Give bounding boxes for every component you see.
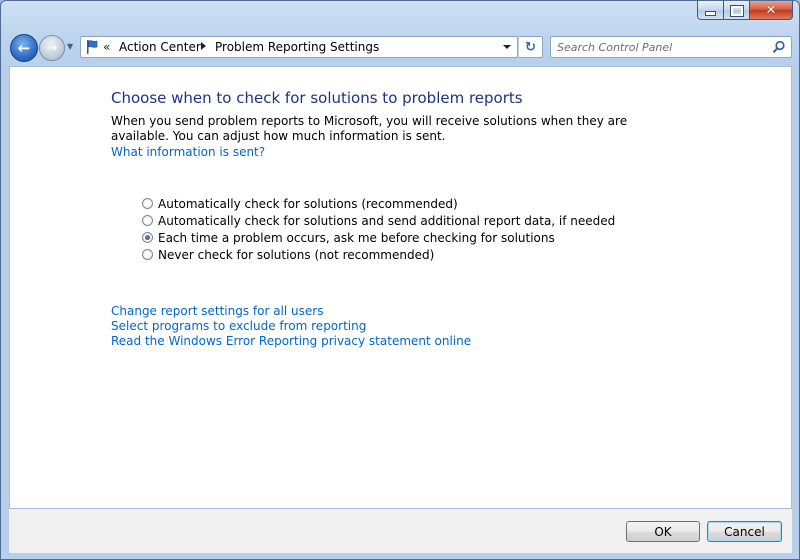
page-title: Choose when to check for solutions to pr… bbox=[111, 89, 523, 107]
select-programs-exclude-link[interactable]: Select programs to exclude from reportin… bbox=[111, 319, 366, 333]
option-label[interactable]: Each time a problem occurs, ask me befor… bbox=[158, 231, 555, 245]
back-arrow-icon: ← bbox=[17, 39, 31, 57]
breadcrumb-overflow-chevron[interactable]: « bbox=[103, 40, 110, 54]
description-text: When you send problem reports to Microso… bbox=[111, 114, 628, 143]
close-button[interactable]: ✕ bbox=[750, 1, 793, 20]
close-icon: ✕ bbox=[765, 2, 777, 18]
recent-pages-dropdown[interactable]: ▼ bbox=[67, 42, 73, 51]
refresh-icon: ↻ bbox=[525, 39, 536, 55]
forward-arrow-icon: → bbox=[46, 40, 58, 56]
action-center-flag-icon bbox=[87, 40, 98, 54]
change-settings-all-users-link[interactable]: Change report settings for all users bbox=[111, 304, 323, 318]
caption-buttons: ✕ bbox=[697, 1, 793, 20]
address-bar[interactable]: « Action Center Problem Reporting Settin… bbox=[80, 36, 518, 58]
option-auto-check[interactable]: Automatically check for solutions (recom… bbox=[142, 195, 615, 212]
related-links: Change report settings for all users Sel… bbox=[111, 304, 471, 349]
address-dropdown-arrow-icon[interactable] bbox=[503, 45, 511, 49]
option-label[interactable]: Never check for solutions (not recommend… bbox=[158, 248, 434, 262]
what-information-is-sent-link[interactable]: What information is sent? bbox=[111, 145, 265, 159]
solution-check-options: Automatically check for solutions (recom… bbox=[142, 195, 615, 263]
breadcrumb-separator-arrow-icon[interactable] bbox=[201, 42, 206, 50]
privacy-statement-link[interactable]: Read the Windows Error Reporting privacy… bbox=[111, 334, 471, 348]
breadcrumb-action-center[interactable]: Action Center bbox=[119, 40, 201, 54]
refresh-button[interactable]: ↻ bbox=[519, 36, 543, 58]
forward-button[interactable]: → bbox=[39, 35, 65, 61]
option-never-check[interactable]: Never check for solutions (not recommend… bbox=[142, 246, 615, 263]
option-label[interactable]: Automatically check for solutions (recom… bbox=[158, 197, 458, 211]
minimize-icon bbox=[705, 10, 716, 16]
radio-button[interactable] bbox=[142, 198, 153, 209]
content-pane: Choose when to check for solutions to pr… bbox=[9, 66, 792, 509]
maximize-button[interactable] bbox=[724, 1, 750, 20]
button-bar: OK Cancel bbox=[9, 509, 792, 553]
breadcrumb-problem-reporting-settings[interactable]: Problem Reporting Settings bbox=[215, 40, 379, 54]
option-label[interactable]: Automatically check for solutions and se… bbox=[158, 214, 615, 228]
radio-button[interactable] bbox=[142, 249, 153, 260]
cancel-button[interactable]: Cancel bbox=[707, 521, 782, 542]
search-box[interactable] bbox=[550, 36, 792, 58]
radio-button[interactable] bbox=[142, 215, 153, 226]
minimize-button[interactable] bbox=[697, 1, 724, 20]
maximize-icon bbox=[729, 4, 744, 17]
radio-button-selected[interactable] bbox=[142, 232, 153, 243]
search-icon[interactable] bbox=[772, 40, 786, 54]
window-frame: ✕ ← → ▼ « Action Center Problem Reportin… bbox=[0, 0, 800, 560]
search-input[interactable] bbox=[557, 39, 767, 55]
option-auto-check-send-data[interactable]: Automatically check for solutions and se… bbox=[142, 212, 615, 229]
back-button[interactable]: ← bbox=[10, 34, 38, 62]
option-ask-before-checking[interactable]: Each time a problem occurs, ask me befor… bbox=[142, 229, 615, 246]
ok-button[interactable]: OK bbox=[626, 521, 700, 542]
